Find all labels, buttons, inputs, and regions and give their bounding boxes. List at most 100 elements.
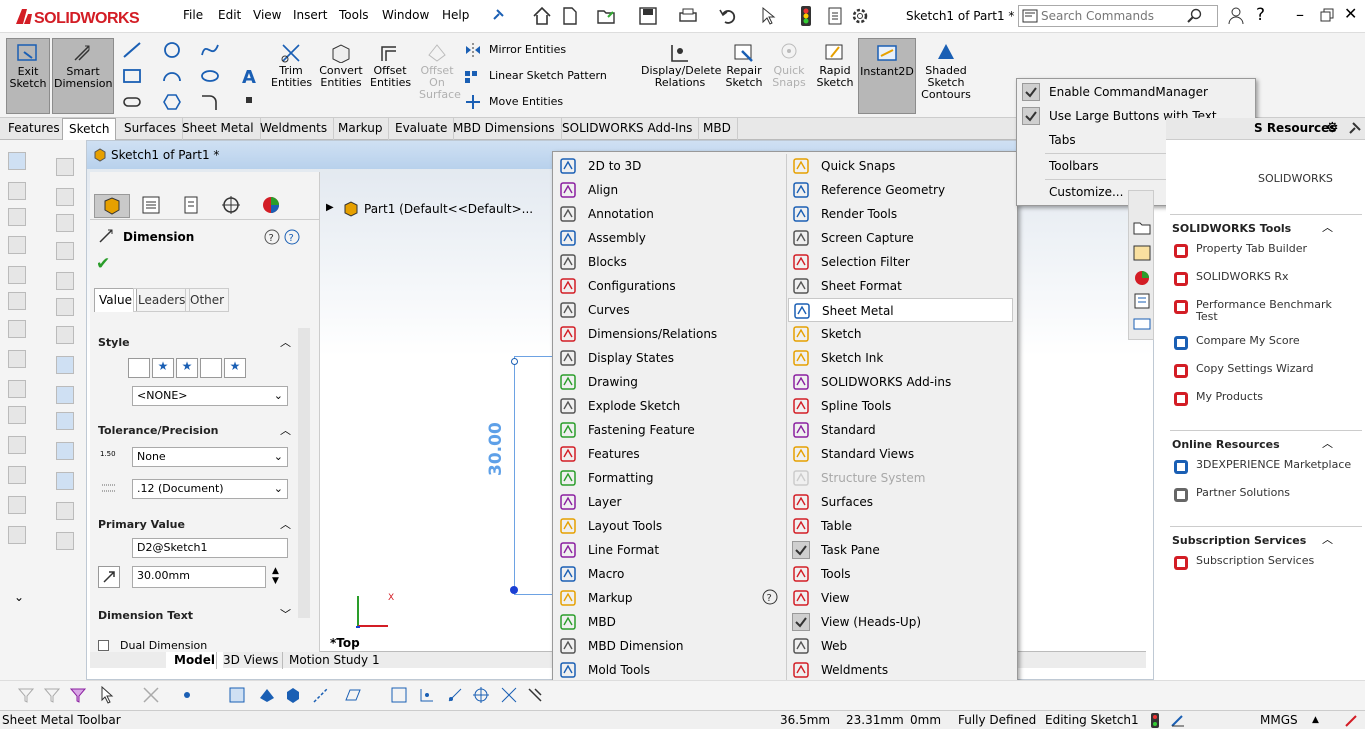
pm-scrollbar[interactable] [298, 328, 310, 618]
pin-icon[interactable] [490, 7, 506, 23]
filter-toggle-icon[interactable] [44, 687, 60, 703]
menu-window[interactable]: Window [382, 8, 429, 22]
sketch-shortcut-icon-4[interactable] [56, 242, 74, 260]
toolbar-menu-item-spline-tools[interactable]: Spline Tools [788, 394, 1013, 418]
tree-expand-icon[interactable]: ▶ [326, 202, 334, 213]
toolbar-menu-item-quick-snaps[interactable]: Quick Snaps [788, 154, 1013, 178]
menu-file[interactable]: File [183, 8, 203, 22]
toolbar-menu-item-table[interactable]: Table [788, 514, 1013, 538]
toolbar-menu-item-mbd-dimension[interactable]: MBD Dimension [555, 634, 783, 658]
menu-help[interactable]: Help [442, 8, 469, 22]
filter-solid-bodies-icon[interactable] [284, 686, 302, 704]
toolbar-menu-item-view[interactable]: View [788, 586, 1013, 610]
clear-filters-icon[interactable] [142, 686, 160, 704]
toolbar-menu-item-sheet-metal[interactable]: Sheet Metal [788, 298, 1013, 322]
polygon-icon[interactable] [162, 93, 182, 111]
restore-icon[interactable] [1320, 8, 1334, 22]
toolbar-menu-item-task-pane[interactable]: Task Pane [788, 538, 1013, 562]
dimension-text[interactable]: 30.00 [486, 422, 506, 476]
collapse-chevron-icon[interactable]: ︿ [1322, 531, 1333, 547]
dimxpert-manager-tab[interactable] [214, 194, 250, 218]
selection-filter-icon[interactable] [70, 687, 88, 703]
style-collapse-icon[interactable]: ︿ [280, 334, 291, 350]
forum-icon[interactable] [1133, 317, 1151, 333]
sketch-shortcut-icon-3[interactable] [56, 214, 74, 232]
tab-evaluate[interactable]: Evaluate [389, 118, 455, 140]
shortcut-icon-10[interactable] [8, 406, 26, 424]
toolbar-menu-item-layer[interactable]: Layer [555, 490, 783, 514]
toolbar-menu-item-reference-geometry[interactable]: Reference Geometry [788, 178, 1013, 202]
task-pane-link[interactable]: Compare My Score [1196, 335, 1356, 347]
circle-icon[interactable] [162, 41, 182, 59]
tab-surfaces[interactable]: Surfaces [118, 118, 183, 140]
sketch-origin-point[interactable] [510, 586, 518, 594]
delete-style-icon[interactable]: ★ [176, 358, 198, 378]
toolbar-menu-item-markup[interactable]: Markup [555, 586, 783, 610]
select-arrow-icon[interactable] [760, 6, 778, 26]
task-pane-link[interactable]: My Products [1196, 391, 1356, 403]
spline-icon[interactable] [200, 41, 220, 59]
save-style-icon[interactable] [200, 358, 222, 378]
tab-model[interactable]: Model [166, 652, 224, 669]
unit-system[interactable]: MMGS [1260, 713, 1298, 727]
shortcut-icon-12[interactable] [8, 466, 26, 484]
toolbar-menu-item-explode-sketch[interactable]: Explode Sketch [555, 394, 783, 418]
save-icon[interactable] [638, 6, 658, 26]
shortcut-icon-9[interactable] [8, 380, 26, 398]
shortcut-icon-4[interactable] [8, 236, 26, 254]
dimension-text-expand-icon[interactable]: ﹀ [280, 606, 291, 622]
filter-edges-icon[interactable] [228, 686, 246, 704]
filter-icon[interactable] [18, 687, 34, 703]
shortcut-icon-3[interactable] [8, 208, 26, 226]
toolbar-menu-item-line-format[interactable]: Line Format [555, 538, 783, 562]
toolbar-menu-item-weldments[interactable]: Weldments [788, 658, 1013, 682]
dual-dimension-checkbox[interactable] [98, 640, 109, 651]
toolbar-menu-item-annotation[interactable]: Annotation [555, 202, 783, 226]
options-gear-icon[interactable] [850, 6, 870, 26]
pm-help-icon[interactable]: ?? [264, 229, 300, 245]
new-document-icon[interactable] [560, 6, 580, 26]
shortcut-icon-8[interactable] [8, 350, 26, 368]
sketch-shortcut-icon-8[interactable] [56, 356, 74, 374]
filter-faces-icon[interactable] [258, 686, 276, 704]
text-icon[interactable]: A [242, 67, 256, 88]
arc-icon[interactable] [162, 67, 182, 85]
task-pane-link[interactable]: Subscription Services [1196, 555, 1356, 567]
reverse-direction-icon[interactable] [98, 566, 120, 588]
display-manager-tab[interactable] [254, 194, 290, 218]
sketch-shortcut-icon-12[interactable] [56, 472, 74, 490]
filter-vertices-icon[interactable] [178, 686, 196, 704]
undo-icon[interactable] [718, 6, 738, 26]
task-pane-link[interactable]: Partner Solutions [1196, 487, 1356, 499]
primary-value-name-field[interactable]: D2@Sketch1 [132, 538, 288, 558]
trim-entities-button[interactable]: Trim Entities [268, 38, 314, 114]
apply-default-style-icon[interactable] [128, 358, 150, 378]
tab-sketch[interactable]: Sketch [62, 118, 117, 140]
subtab-other[interactable]: Other [185, 288, 230, 312]
toolbar-menu-item-layout-tools[interactable]: Layout Tools [555, 514, 783, 538]
toolbar-menu-item-align[interactable]: Align [555, 178, 783, 202]
toolbar-menu-item-fastening-feature[interactable]: Fastening Feature [555, 418, 783, 442]
quick-snaps-button[interactable]: Quick Snaps [768, 38, 810, 114]
minimize-icon[interactable]: – [1296, 5, 1304, 24]
toolbar-menu-item-structure-system[interactable]: Structure System [788, 466, 1013, 490]
toolbar-menu-item-display-states[interactable]: Display States [555, 346, 783, 370]
precision-select[interactable]: .12 (Document) ⌄ [132, 479, 288, 499]
filter-center-marks-icon[interactable] [446, 686, 464, 704]
filter-planes-icon[interactable] [344, 686, 362, 704]
primary-value-collapse-icon[interactable]: ︿ [280, 516, 291, 532]
fillet-icon[interactable] [200, 93, 220, 111]
sketch-shortcut-icon-5[interactable] [56, 272, 74, 290]
toolbar-menu-item-features[interactable]: Features [555, 442, 783, 466]
toolbar-menu-item-render-tools[interactable]: Render Tools [788, 202, 1013, 226]
value-spin-stepper[interactable]: ▲ ▼ [272, 566, 279, 586]
help-icon[interactable]: ? [1256, 5, 1265, 25]
traffic-light-icon[interactable] [800, 5, 812, 27]
tolerance-collapse-icon[interactable]: ︿ [280, 422, 291, 438]
convert-entities-button[interactable]: Convert Entities [316, 38, 366, 114]
task-pane-pin-icon[interactable] [1348, 121, 1362, 135]
toolbar-menu-item-formatting[interactable]: Formatting [555, 466, 783, 490]
menu-insert[interactable]: Insert [293, 8, 327, 22]
sketch-shortcut-icon-10[interactable] [56, 412, 74, 430]
sketch-shortcut-icon-13[interactable] [56, 502, 74, 520]
